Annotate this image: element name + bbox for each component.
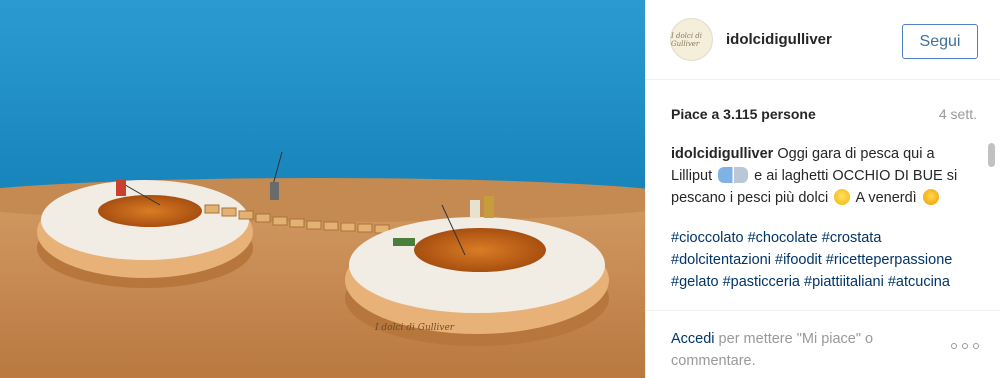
- hashtag-link[interactable]: #gelato: [671, 274, 719, 290]
- follow-button[interactable]: Segui: [902, 24, 978, 59]
- more-dot: [951, 343, 957, 349]
- username[interactable]: idolcidigulliver: [726, 31, 832, 48]
- post-header: I dolci di Gulliver idolcidigulliver Seg…: [646, 0, 1000, 80]
- hashtag-link[interactable]: #chocolate: [748, 230, 818, 246]
- caption: idolcidigulliver Oggi gara di pesca qui …: [671, 143, 977, 311]
- kiss-emoji-icon: [922, 189, 939, 205]
- hashtag-link[interactable]: #ricetteperpassione: [826, 252, 953, 268]
- hashtag-list: #cioccolato #chocolate #crostata #dolcit…: [671, 227, 977, 293]
- caption-text-part-3: A venerdì: [852, 190, 921, 206]
- hashtag-link[interactable]: #piattiitaliani: [804, 274, 884, 290]
- hashtag-link[interactable]: #pasticceria: [723, 274, 800, 290]
- login-prompt: Accedi per mettere "Mi piace" o commenta…: [671, 328, 921, 372]
- more-options-icon[interactable]: [951, 341, 979, 351]
- post-photo[interactable]: I dolci di Gulliver: [0, 0, 645, 378]
- more-dot: [973, 343, 979, 349]
- post-time[interactable]: 4 sett.: [939, 106, 977, 122]
- login-link[interactable]: Accedi: [671, 331, 715, 347]
- photo-scene: I dolci di Gulliver: [0, 0, 645, 378]
- scrollbar-thumb[interactable]: [988, 143, 995, 167]
- grin-emoji-icon: [834, 189, 851, 205]
- post-stats: Piace a 3.115 persone 4 sett.: [671, 106, 977, 124]
- caption-scrollbar[interactable]: [988, 140, 996, 306]
- avatar[interactable]: I dolci di Gulliver: [670, 18, 713, 61]
- likes-count[interactable]: Piace a 3.115 persone: [671, 106, 816, 122]
- hashtag-link[interactable]: #dolcitentazioni: [671, 252, 771, 268]
- hashtag-link[interactable]: #crostata: [822, 230, 882, 246]
- hashtag-link[interactable]: #cioccolato: [671, 230, 744, 246]
- photo-watermark: I dolci di Gulliver: [374, 323, 455, 333]
- hashtag-link[interactable]: #atcucina: [888, 274, 950, 290]
- hashtag-link[interactable]: #ifoodit: [775, 252, 822, 268]
- fish-emoji-icon: [718, 167, 749, 183]
- more-dot: [962, 343, 968, 349]
- avatar-logo-text: I dolci di Gulliver: [671, 31, 703, 48]
- post-sidebar: I dolci di Gulliver idolcidigulliver Seg…: [645, 0, 1000, 378]
- post-footer: Accedi per mettere "Mi piace" o commenta…: [646, 310, 1000, 378]
- caption-username[interactable]: idolcidigulliver: [671, 146, 773, 162]
